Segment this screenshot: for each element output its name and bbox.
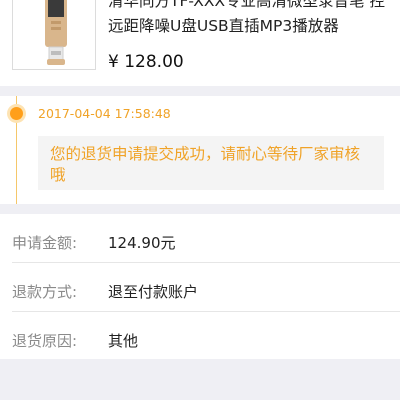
refund-progress: 2017-04-04 17:58:48 您的退货申请提交成功，请耐心等待厂家审核…: [0, 96, 400, 204]
detail-row-amount: 申请金额: 124.90元: [0, 214, 400, 262]
refund-details: 申请金额: 124.90元 退款方式: 退至付款账户 退货原因: 其他: [0, 214, 400, 359]
detail-label: 退款方式:: [12, 283, 78, 301]
detail-label: 退货原因:: [12, 332, 78, 350]
detail-row-method: 退款方式: 退至付款账户: [0, 263, 400, 311]
timeline-dot-icon: [10, 107, 23, 120]
status-message: 您的退货申请提交成功，请耐心等待厂家审核哦: [38, 136, 384, 190]
detail-row-reason: 退货原因: 其他: [0, 312, 400, 360]
voice-recorder-icon: [45, 0, 67, 65]
product-image[interactable]: [12, 0, 96, 70]
product-title[interactable]: 清华同方TF-XXX专业高清微型录音笔 控远距降噪U盘USB直插MP3播放器: [108, 0, 393, 39]
product-card[interactable]: 清华同方TF-XXX专业高清微型录音笔 控远距降噪U盘USB直插MP3播放器 ¥…: [0, 0, 400, 86]
detail-value: 124.90元: [108, 234, 176, 252]
detail-label: 申请金额:: [12, 234, 78, 252]
product-price: ¥ 128.00: [108, 52, 184, 72]
detail-value: 其他: [108, 332, 139, 350]
detail-value: 退至付款账户: [108, 283, 199, 301]
timeline-timestamp: 2017-04-04 17:58:48: [38, 106, 171, 121]
